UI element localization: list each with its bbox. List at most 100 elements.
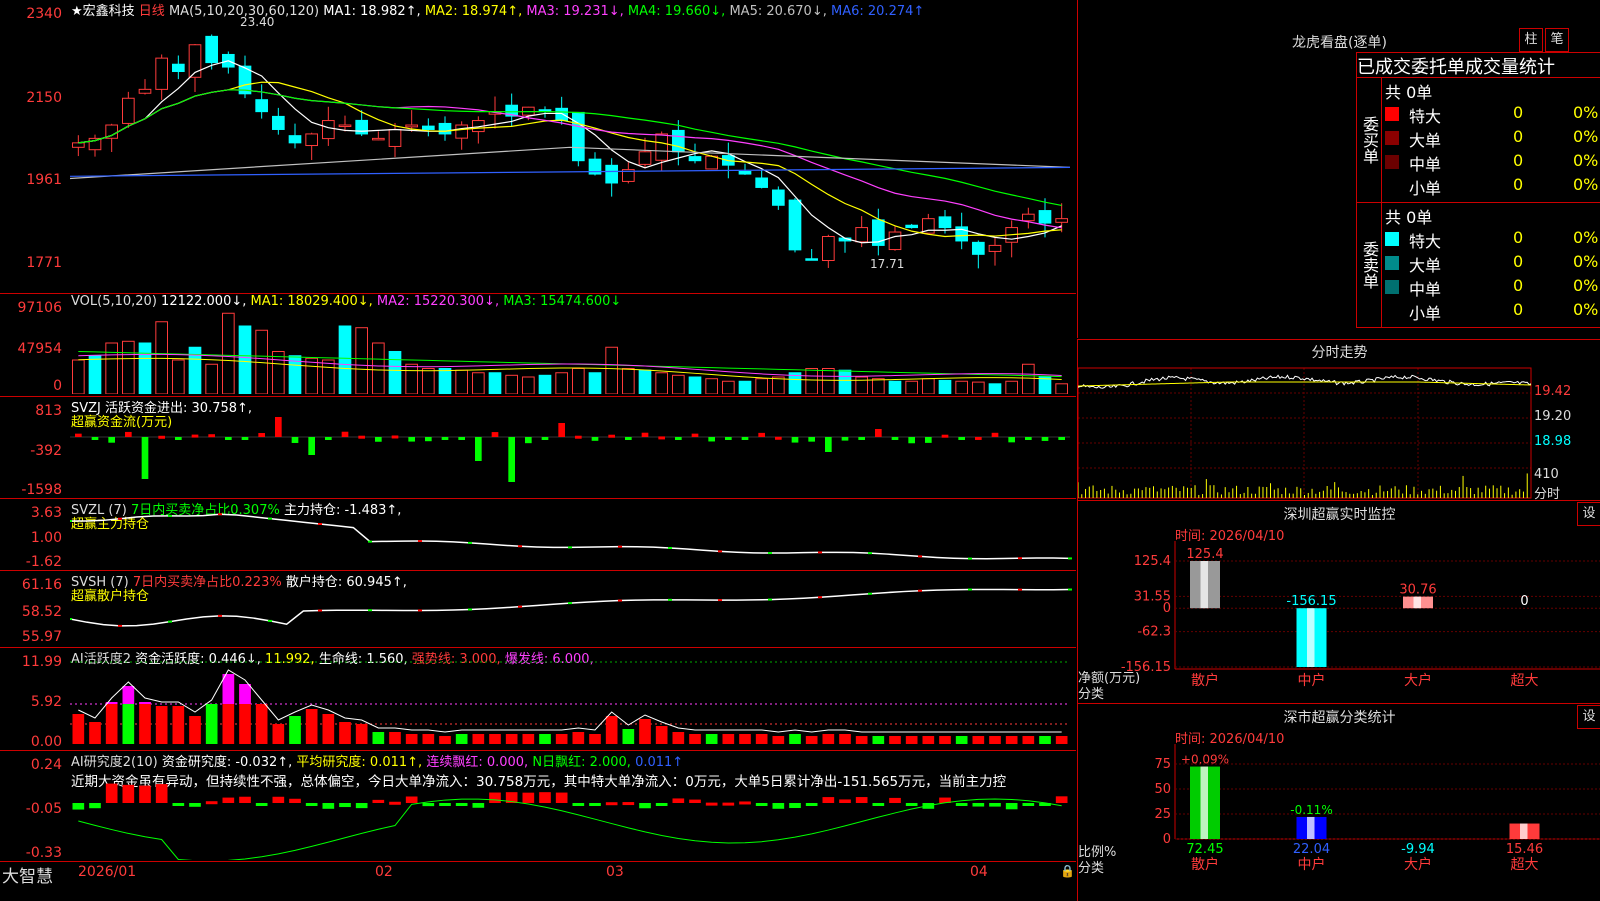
volume-bar bbox=[1038, 376, 1052, 394]
svzj-bar bbox=[458, 437, 465, 440]
sz-monitor-panel[interactable]: 深圳超赢实时监控 设 时间: 2026/04/10 净额(万元) 分类 125.… bbox=[1077, 500, 1600, 703]
research-bar bbox=[639, 803, 651, 809]
svzj-panel[interactable]: 813 -392 -1598 SVZJ 活跃资金进出: 30.758↑, 超赢资… bbox=[0, 397, 1076, 499]
research-bar bbox=[605, 802, 618, 806]
volume-bar bbox=[872, 378, 885, 394]
svzj-bar bbox=[675, 437, 682, 440]
ma4-value: MA4: 19.660↓, bbox=[627, 4, 726, 19]
research-bar bbox=[739, 801, 751, 805]
activity-bar bbox=[972, 736, 985, 744]
volume-bar bbox=[822, 368, 835, 394]
tick-mode-button[interactable]: 笔 bbox=[1545, 28, 1569, 52]
research-bar bbox=[455, 803, 468, 806]
activity-bar bbox=[139, 702, 151, 744]
candle-body bbox=[755, 177, 768, 188]
y-tick-label: 125.4 bbox=[1134, 554, 1171, 569]
svzj-bar bbox=[791, 437, 799, 443]
volume-tick: 0 bbox=[53, 378, 62, 394]
volume-bar bbox=[738, 380, 752, 394]
svsh-axis: 61.16 58.52 55.97 bbox=[0, 571, 68, 647]
bar-mode-button[interactable]: 柱 bbox=[1519, 28, 1543, 52]
volume-bar bbox=[305, 357, 318, 394]
ai-activity-panel[interactable]: 11.99 5.92 0.00 AI活跃度2 资金活跃度: 0.446↓, 11… bbox=[0, 648, 1076, 751]
activity-bar bbox=[489, 734, 501, 744]
research-bar bbox=[422, 803, 435, 807]
ai-activity-axis: 11.99 5.92 0.00 bbox=[0, 648, 68, 750]
volume-bar bbox=[1055, 383, 1068, 394]
activity-bar bbox=[755, 734, 768, 744]
activity-bar bbox=[289, 716, 301, 744]
svzl-axis: 3.63 1.00 -1.62 bbox=[0, 499, 68, 570]
activity-bar-top bbox=[222, 674, 235, 704]
volume-bar bbox=[322, 359, 335, 394]
svzj-bar bbox=[891, 437, 899, 440]
bar-highlight bbox=[1200, 766, 1208, 839]
sell-row-count: 0 bbox=[1513, 300, 1524, 319]
volume-bar bbox=[422, 368, 435, 394]
activity-bar bbox=[805, 736, 818, 744]
intraday-panel[interactable]: 分时走势 19.42 19.20 18.98 410 分时 bbox=[1077, 339, 1600, 502]
volume-bar bbox=[572, 368, 585, 394]
sz-class-title: 深市超赢分类统计 bbox=[1283, 710, 1396, 726]
svsh-line-dot bbox=[868, 592, 872, 595]
activity-bar bbox=[72, 714, 85, 744]
svzj-bar bbox=[708, 437, 715, 442]
sz-class-panel[interactable]: 深市超赢分类统计 设 时间: 2026/04/10 比例% 分类 75 50 25 0… bbox=[1077, 703, 1600, 901]
svzl-line-dot bbox=[768, 552, 772, 555]
activity-bar bbox=[589, 734, 601, 744]
research-bar bbox=[205, 801, 218, 805]
intraday-title: 分时走势 bbox=[1311, 345, 1368, 361]
candle-body bbox=[988, 244, 1002, 252]
research-bar bbox=[372, 799, 385, 803]
buy-row-count: 0 bbox=[1513, 127, 1524, 146]
sz-class-settings-button[interactable]: 设 bbox=[1577, 705, 1600, 729]
volume-bar bbox=[155, 321, 169, 394]
svzj-bar bbox=[1058, 437, 1065, 440]
lock-icon[interactable]: 🔒 bbox=[1060, 864, 1075, 878]
svzl-panel[interactable]: 3.63 1.00 -1.62 SVZL (7) 7日内买卖净占比0.307% … bbox=[0, 499, 1076, 571]
research-bar bbox=[805, 803, 818, 806]
candle-body bbox=[905, 224, 918, 229]
activity-bar bbox=[322, 714, 335, 744]
candle-body bbox=[972, 241, 985, 255]
candle-body bbox=[888, 231, 902, 251]
candle-body bbox=[155, 57, 169, 90]
svzl-line-dot bbox=[518, 545, 522, 548]
volume-bar bbox=[538, 374, 552, 394]
category-label: 中户 bbox=[1298, 856, 1326, 873]
svzl-line-dot bbox=[968, 557, 972, 560]
sz-monitor-settings-button[interactable]: 设 bbox=[1577, 502, 1600, 526]
svzj-bar bbox=[108, 437, 115, 443]
svsh-tick: 61.16 bbox=[21, 577, 62, 593]
svzj-bar bbox=[541, 437, 549, 440]
activity-bar-top bbox=[122, 686, 135, 704]
volume-bar bbox=[972, 381, 985, 394]
volume-bar bbox=[888, 380, 902, 394]
time-axis: 大智慧 2026/01 02 03 04 🔒 bbox=[0, 862, 1076, 900]
activity-bar bbox=[789, 734, 801, 744]
activity-bar bbox=[722, 734, 735, 744]
sell-row-pct: 0% bbox=[1573, 276, 1599, 295]
research-bar bbox=[655, 803, 668, 806]
svsh-tick: 55.97 bbox=[21, 629, 62, 645]
kline-chart[interactable] bbox=[70, 18, 1076, 290]
buy-row-pct: 0% bbox=[1573, 175, 1599, 194]
svzj-bar bbox=[158, 435, 165, 439]
ai-research-panel[interactable]: 0.24 -0.05 -0.33 AI研究度2(10) 资金研究度: -0.03… bbox=[0, 751, 1076, 862]
kline-panel[interactable]: 2340 2150 1961 1771 ★宏鑫科技 日线 MA(5,10,20,… bbox=[0, 0, 1076, 294]
bar-value-label: 72.45 bbox=[1186, 842, 1223, 857]
y-tick-label: 25 bbox=[1154, 807, 1171, 822]
svsh-panel[interactable]: 61.16 58.52 55.97 SVSH (7) 7日内买卖净占比0.223… bbox=[0, 571, 1076, 648]
svzj-bar bbox=[725, 437, 732, 440]
volume-panel[interactable]: 97106 47954 0 VOL(5,10,20) 12122.000↓, M… bbox=[0, 294, 1076, 397]
svzj-bar bbox=[275, 417, 282, 437]
candle-body bbox=[655, 133, 668, 161]
stock-name[interactable]: ★宏鑫科技 bbox=[71, 4, 135, 19]
volume-bar bbox=[388, 351, 402, 394]
candle-body bbox=[1022, 213, 1035, 222]
period-label[interactable]: 日线 bbox=[139, 4, 165, 19]
volume-bar bbox=[138, 342, 152, 394]
candle-body bbox=[638, 151, 652, 165]
research-bar bbox=[389, 801, 401, 805]
category-label: 大户 bbox=[1404, 856, 1432, 873]
